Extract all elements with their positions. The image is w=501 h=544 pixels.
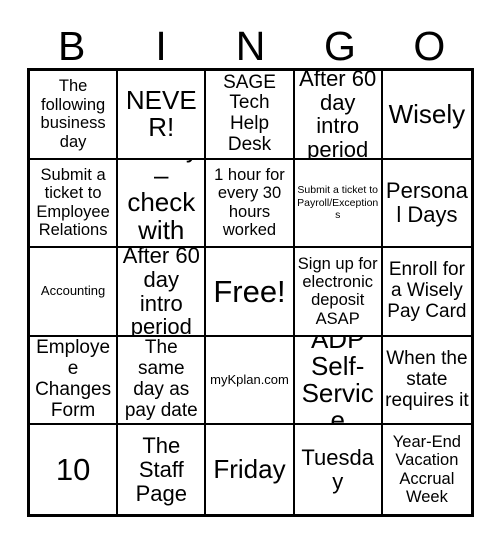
bingo-cell[interactable]: Year-End Vacation Accrual Week	[382, 425, 471, 514]
bingo-header: B I N G O	[27, 16, 474, 68]
header-letter-o: O	[413, 23, 446, 69]
bingo-cell[interactable]: After 60 day intro period	[294, 71, 383, 160]
bingo-grid: The following business day NEVER! SAGE T…	[27, 68, 474, 517]
bingo-cell-text: After 60 day intro period	[122, 248, 200, 337]
bingo-card: B I N G O The following business day NEV…	[0, 0, 501, 544]
bingo-cell[interactable]: Sign up for electronic deposit ASAP	[294, 248, 383, 337]
bingo-cell-text: Enroll for a Wisely Pay Card	[387, 259, 467, 322]
header-letter-g: G	[323, 23, 356, 69]
bingo-cell[interactable]: NEVER!	[118, 71, 207, 160]
bingo-cell[interactable]: Wisely	[382, 71, 471, 160]
bingo-cell[interactable]: Personal Days	[382, 159, 471, 249]
bingo-cell-text: SAGE Tech Help Desk	[223, 71, 276, 156]
bingo-cell[interactable]: Rarely – check with HR	[118, 159, 207, 249]
bingo-cell[interactable]: Enroll for a Wisely Pay Card	[382, 248, 471, 337]
bingo-cell-text: Wisely	[388, 98, 466, 129]
bingo-cell-text: Tuesday	[301, 444, 374, 494]
bingo-cell[interactable]: ADP Self-Service	[294, 336, 383, 426]
bingo-cell[interactable]: Friday	[206, 425, 295, 514]
bingo-cell-text: myKplan.com	[210, 371, 289, 387]
bingo-cell[interactable]: After 60 day intro period	[118, 248, 207, 337]
header-letter-i: I	[155, 23, 167, 69]
bingo-cell-text: 10	[55, 451, 91, 487]
bingo-cell[interactable]: Submit a ticket to Payroll/Exceptions	[294, 159, 383, 249]
bingo-cell-text: Submit a ticket to Payroll/Exceptions	[297, 184, 379, 222]
bingo-cell[interactable]: When the state requires it	[382, 336, 471, 426]
bingo-cell-text: Rarely – check with HR	[124, 159, 199, 247]
bingo-cell-text: ADP Self-Service	[301, 336, 374, 426]
bingo-cell-text: Free!	[213, 273, 286, 309]
bingo-cell[interactable]: SAGE Tech Help Desk	[206, 71, 295, 160]
bingo-cell[interactable]: 1 hour for every 30 hours worked	[206, 159, 295, 249]
bingo-cell-text: Accounting	[40, 283, 106, 299]
bingo-cell-text: The Staff Page	[135, 433, 187, 506]
bingo-cell-text: Submit a ticket to Employee Relations	[36, 165, 110, 240]
bingo-cell[interactable]: Tuesday	[294, 425, 383, 514]
bingo-cell-text: Personal Days	[385, 178, 468, 227]
bingo-cell-text: The following business day	[40, 77, 106, 151]
bingo-cell-free-space[interactable]: Free!	[206, 248, 295, 337]
bingo-cell-text: 1 hour for every 30 hours worked	[214, 165, 285, 240]
bingo-cell-text: Employee Changes Form	[35, 337, 112, 421]
header-letter-b: B	[58, 23, 86, 69]
bingo-cell[interactable]: The Staff Page	[118, 425, 207, 514]
bingo-cell-text: Year-End Vacation Accrual Week	[392, 432, 461, 507]
bingo-cell[interactable]: 10	[30, 425, 119, 514]
header-letter-n: N	[235, 23, 266, 69]
bingo-cell[interactable]: The following business day	[30, 71, 119, 160]
bingo-cell[interactable]: Accounting	[30, 248, 119, 337]
bingo-cell[interactable]: Employee Changes Form	[30, 336, 119, 426]
bingo-cell[interactable]: myKplan.com	[206, 336, 295, 426]
bingo-cell-text: After 60 day intro period	[299, 71, 377, 160]
bingo-cell-text: Friday	[213, 454, 286, 485]
bingo-cell[interactable]: The same day as pay date	[118, 336, 207, 426]
bingo-cell-text: When the state requires it	[385, 347, 469, 411]
bingo-cell-text: The same day as pay date	[124, 337, 198, 421]
bingo-cell-text: NEVER!	[125, 85, 197, 143]
bingo-cell[interactable]: Submit a ticket to Employee Relations	[30, 159, 119, 249]
bingo-cell-text: Sign up for electronic deposit ASAP	[297, 254, 378, 328]
